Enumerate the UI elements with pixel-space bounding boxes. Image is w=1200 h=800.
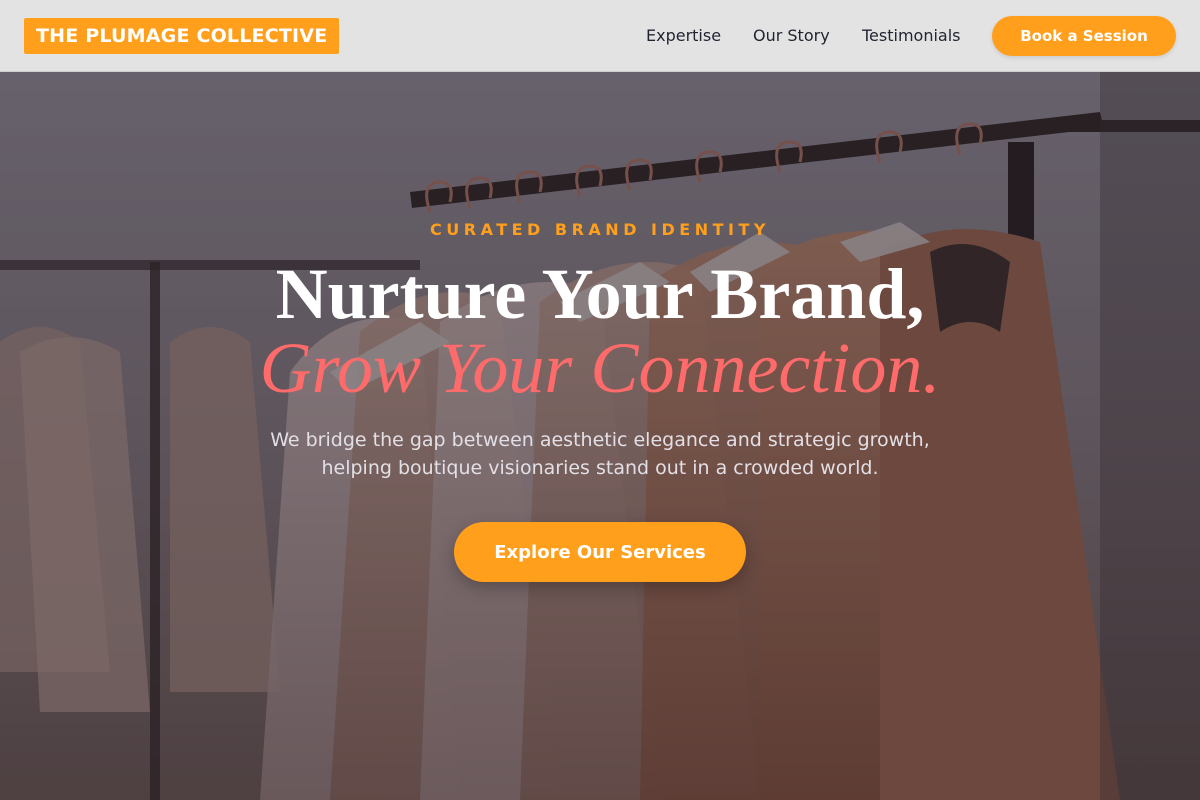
hero-section: CURATED BRAND IDENTITY Nurture Your Bran… (0, 72, 1200, 800)
book-session-button[interactable]: Book a Session (992, 16, 1176, 56)
nav-link-testimonials[interactable]: Testimonials (862, 24, 961, 48)
explore-services-button[interactable]: Explore Our Services (454, 522, 746, 582)
nav-link-expertise[interactable]: Expertise (646, 24, 721, 48)
nav-link-our-story[interactable]: Our Story (753, 24, 830, 48)
hero-headline-line2: Grow Your Connection. (259, 328, 941, 408)
site-header: THE PLUMAGE COLLECTIVE Expertise Our Sto… (0, 0, 1200, 72)
hero-subtitle: We bridge the gap between aesthetic eleg… (270, 429, 930, 479)
hero-headline-line1: Nurture Your Brand, (275, 254, 925, 334)
brand-logo[interactable]: THE PLUMAGE COLLECTIVE (24, 18, 340, 54)
hero-eyebrow: CURATED BRAND IDENTITY (430, 220, 770, 239)
